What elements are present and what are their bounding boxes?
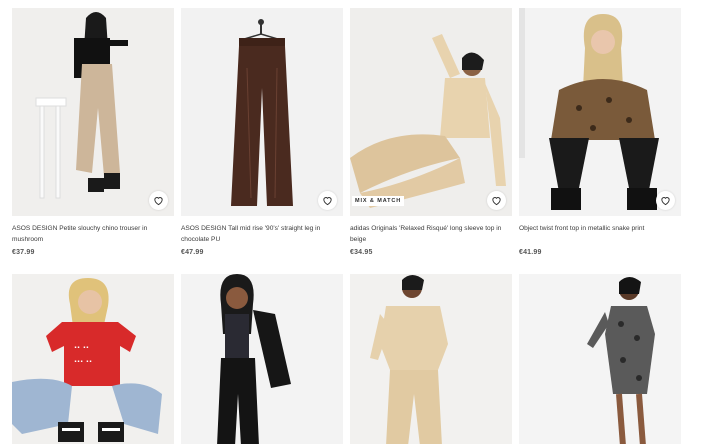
product-image-4[interactable]	[519, 8, 681, 216]
product-image-7[interactable]	[350, 274, 512, 444]
product-grid: ASOS DESIGN Petite slouchy chino trouser…	[0, 0, 708, 444]
product-card-4[interactable]: Object twist front top in metallic snake…	[519, 8, 681, 256]
svg-text:··· ··: ··· ··	[74, 357, 92, 366]
product-card-3[interactable]: MIX & MATCH adidas Originals 'Relaxed Ri…	[350, 8, 512, 256]
product-price-4: €41.99	[519, 249, 542, 256]
product-image-1[interactable]	[12, 8, 174, 216]
product-photo-offshoulder-set	[350, 274, 512, 444]
product-card-1[interactable]: ASOS DESIGN Petite slouchy chino trouser…	[12, 8, 174, 256]
product-price-3: €34.95	[350, 249, 373, 256]
product-photo-black-outfit	[181, 274, 343, 444]
product-image-2[interactable]	[181, 8, 343, 216]
product-photo-beige-top	[350, 8, 512, 216]
product-card-2[interactable]: ASOS DESIGN Tall mid rise '90's' straigh…	[181, 8, 343, 256]
product-image-8[interactable]	[519, 274, 681, 444]
save-for-later-button-4[interactable]	[656, 191, 675, 210]
save-for-later-button-3[interactable]	[487, 191, 506, 210]
product-price-1: €37.99	[12, 249, 35, 256]
svg-text:·· ··: ·· ··	[74, 343, 89, 352]
product-card-5[interactable]: ·· ·· ··· ··	[12, 274, 174, 444]
product-card-6[interactable]	[181, 274, 343, 444]
product-title-1[interactable]: ASOS DESIGN Petite slouchy chino trouser…	[12, 223, 174, 245]
heart-outline-icon	[492, 197, 501, 206]
mix-and-match-badge: MIX & MATCH	[352, 196, 405, 206]
product-image-3[interactable]: MIX & MATCH	[350, 8, 512, 216]
product-photo-pu-trousers	[181, 8, 343, 216]
save-for-later-button-1[interactable]	[149, 191, 168, 210]
product-title-3[interactable]: adidas Originals 'Relaxed Risqué' long s…	[350, 223, 512, 245]
product-price-2: €47.99	[181, 249, 204, 256]
save-for-later-button-2[interactable]	[318, 191, 337, 210]
product-image-6[interactable]	[181, 274, 343, 444]
product-photo-chino-trouser	[12, 8, 174, 216]
product-card-8[interactable]	[519, 274, 681, 444]
product-title-4[interactable]: Object twist front top in metallic snake…	[519, 223, 681, 245]
product-card-7[interactable]	[350, 274, 512, 444]
product-title-2[interactable]: ASOS DESIGN Tall mid rise '90's' straigh…	[181, 223, 343, 245]
heart-outline-icon	[323, 197, 332, 206]
product-photo-red-tshirt: ·· ·· ··· ··	[12, 274, 174, 444]
product-photo-snake-dress	[519, 274, 681, 444]
heart-outline-icon	[661, 197, 670, 206]
heart-outline-icon	[154, 197, 163, 206]
product-photo-snake-top	[519, 8, 681, 216]
product-image-5[interactable]: ·· ·· ··· ··	[12, 274, 174, 444]
